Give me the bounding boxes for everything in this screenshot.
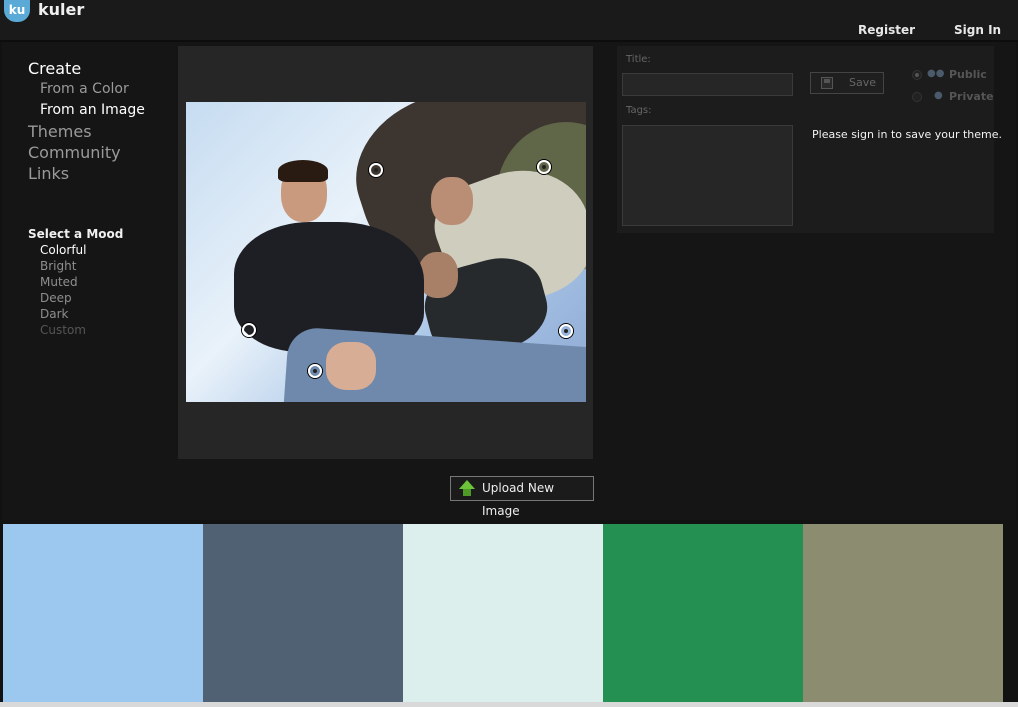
swatch-2[interactable] bbox=[203, 524, 403, 702]
mood-deep[interactable]: Deep bbox=[28, 290, 123, 306]
group-icon: ●● bbox=[927, 68, 945, 79]
image-panel bbox=[178, 46, 593, 459]
swatch-5[interactable] bbox=[803, 524, 1003, 702]
color-picker-handle-4[interactable] bbox=[559, 324, 573, 338]
mood-selector: Select a Mood Colorful Bright Muted Deep… bbox=[28, 226, 123, 338]
upload-arrow-icon bbox=[459, 480, 475, 489]
top-bar: ku kuler Register Sign In bbox=[0, 0, 1018, 42]
mood-bright[interactable]: Bright bbox=[28, 258, 123, 274]
color-picker-handle-1[interactable] bbox=[242, 323, 256, 337]
color-picker-handle-2[interactable] bbox=[308, 364, 322, 378]
nav-from-a-color[interactable]: From a Color bbox=[28, 79, 145, 100]
save-disk-icon bbox=[821, 77, 833, 89]
nav-from-an-image[interactable]: From an Image bbox=[28, 100, 145, 121]
nav-create[interactable]: Create bbox=[28, 58, 145, 79]
mood-colorful[interactable]: Colorful bbox=[28, 242, 123, 258]
photo-head-2 bbox=[431, 177, 473, 225]
upload-new-image-button[interactable]: Upload New Image bbox=[450, 476, 594, 518]
color-picker-handle-3[interactable] bbox=[369, 163, 383, 177]
mood-title: Select a Mood bbox=[28, 227, 124, 241]
sign-in-link[interactable]: Sign In bbox=[954, 23, 1001, 37]
register-link[interactable]: Register bbox=[858, 23, 915, 37]
public-label: Public bbox=[949, 68, 987, 81]
tags-label: Tags: bbox=[626, 105, 652, 116]
save-button[interactable]: Save bbox=[810, 72, 884, 94]
title-input[interactable] bbox=[622, 73, 793, 96]
app-title[interactable]: kuler bbox=[38, 0, 84, 19]
nav-links[interactable]: Links bbox=[28, 163, 145, 184]
mood-custom[interactable]: Custom bbox=[28, 322, 123, 338]
swatch-4[interactable] bbox=[603, 524, 803, 702]
main-nav: Create From a Color From an Image Themes… bbox=[28, 58, 145, 184]
title-label: Title: bbox=[626, 54, 651, 65]
public-radio[interactable] bbox=[912, 70, 922, 80]
photo-head-3 bbox=[418, 252, 458, 298]
tags-input[interactable] bbox=[622, 125, 793, 226]
photo-hand bbox=[326, 342, 376, 390]
source-photo bbox=[186, 102, 586, 402]
swatch-1[interactable] bbox=[3, 524, 203, 702]
bottom-strip bbox=[0, 702, 1018, 707]
color-swatches bbox=[3, 524, 1003, 702]
nav-community[interactable]: Community bbox=[28, 142, 145, 163]
photo-hair-1 bbox=[278, 160, 328, 182]
upload-arrow-stem bbox=[463, 489, 471, 496]
save-label: Save bbox=[849, 76, 877, 89]
private-label: Private bbox=[949, 90, 994, 103]
swatch-3[interactable] bbox=[403, 524, 603, 702]
private-radio[interactable] bbox=[912, 92, 922, 102]
sign-in-message: Please sign in to save your theme. bbox=[812, 128, 1003, 141]
mood-muted[interactable]: Muted bbox=[28, 274, 123, 290]
mood-dark[interactable]: Dark bbox=[28, 306, 123, 322]
person-icon: ● bbox=[934, 90, 943, 101]
color-picker-handle-5[interactable] bbox=[537, 160, 551, 174]
kuler-logo-icon[interactable]: ku bbox=[4, 0, 30, 22]
nav-themes[interactable]: Themes bbox=[28, 121, 145, 142]
